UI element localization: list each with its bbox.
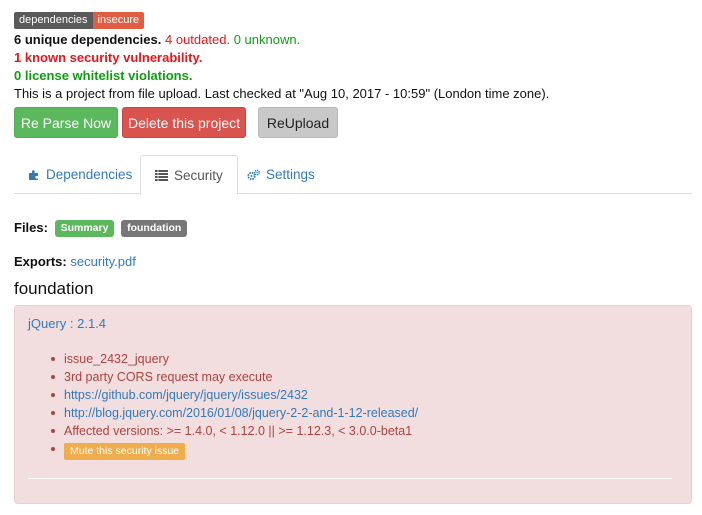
files-label: Files: <box>14 220 48 235</box>
issue-link[interactable]: https://github.com/jquery/jquery/issues/… <box>64 388 308 402</box>
badge-label: dependencies <box>14 12 93 29</box>
dependency-counts: 6 unique dependencies. 4 outdated. 0 unk… <box>14 31 300 48</box>
tab-security[interactable]: Security <box>140 155 238 195</box>
vulnerability-alert: jQuery : 2.1.4 issue_2432_jquery 3rd par… <box>14 305 692 504</box>
files-row: Files: Summary foundation <box>14 218 188 238</box>
tab-label: Security <box>174 167 223 183</box>
project-page: dependencies insecure 6 unique dependenc… <box>0 0 702 515</box>
unique-count: 6 unique dependencies. <box>14 32 162 47</box>
gears-icon <box>247 169 260 181</box>
export-pdf-link[interactable]: security.pdf <box>70 254 136 269</box>
tab-label: Dependencies <box>46 167 133 182</box>
exports-row: Exports: security.pdf <box>14 253 136 270</box>
license-violations: 0 license whitelist violations. <box>14 68 193 83</box>
release-link[interactable]: http://blog.jquery.com/2016/01/08/jquery… <box>64 406 418 420</box>
exports-label: Exports: <box>14 254 67 269</box>
project-info: This is a project from file upload. Last… <box>14 86 550 101</box>
divider <box>28 478 672 479</box>
alert-title[interactable]: jQuery : 2.1.4 <box>28 316 106 331</box>
vulnerability-count: 1 known security vulnerability. <box>14 50 203 65</box>
reupload-button[interactable]: ReUpload <box>258 107 338 138</box>
badge-status: insecure <box>92 12 145 29</box>
list-item: https://github.com/jquery/jquery/issues/… <box>15 386 418 404</box>
list-icon <box>155 169 168 181</box>
project-tabs: Dependencies Security Settings <box>14 155 692 195</box>
vulnerability-details: issue_2432_jquery 3rd party CORS request… <box>15 350 418 462</box>
issue-id: issue_2432_jquery <box>15 350 418 368</box>
section-title: foundation <box>14 279 94 298</box>
file-summary-tag[interactable]: Summary <box>54 220 115 238</box>
affected-versions: Affected versions: >= 1.4.0, < 1.12.0 ||… <box>15 422 418 440</box>
unknown-count: 0 unknown. <box>233 32 301 47</box>
outdated-count: 4 outdated. <box>165 32 231 47</box>
mute-issue-button[interactable]: Mute this security issue <box>64 443 186 461</box>
reparse-button[interactable]: Re Parse Now <box>14 107 118 138</box>
issue-summary: 3rd party CORS request may execute <box>15 368 418 386</box>
list-item: Mute this security issue <box>15 440 418 462</box>
tab-label: Settings <box>266 167 315 182</box>
delete-project-button[interactable]: Delete this project <box>122 107 246 138</box>
puzzle-icon <box>28 169 40 181</box>
tab-settings[interactable]: Settings <box>247 155 315 194</box>
list-item: http://blog.jquery.com/2016/01/08/jquery… <box>15 404 418 422</box>
tab-dependencies[interactable]: Dependencies <box>28 155 132 194</box>
file-foundation-tag[interactable]: foundation <box>121 220 188 238</box>
dependency-status-badge: dependencies insecure <box>14 12 145 29</box>
